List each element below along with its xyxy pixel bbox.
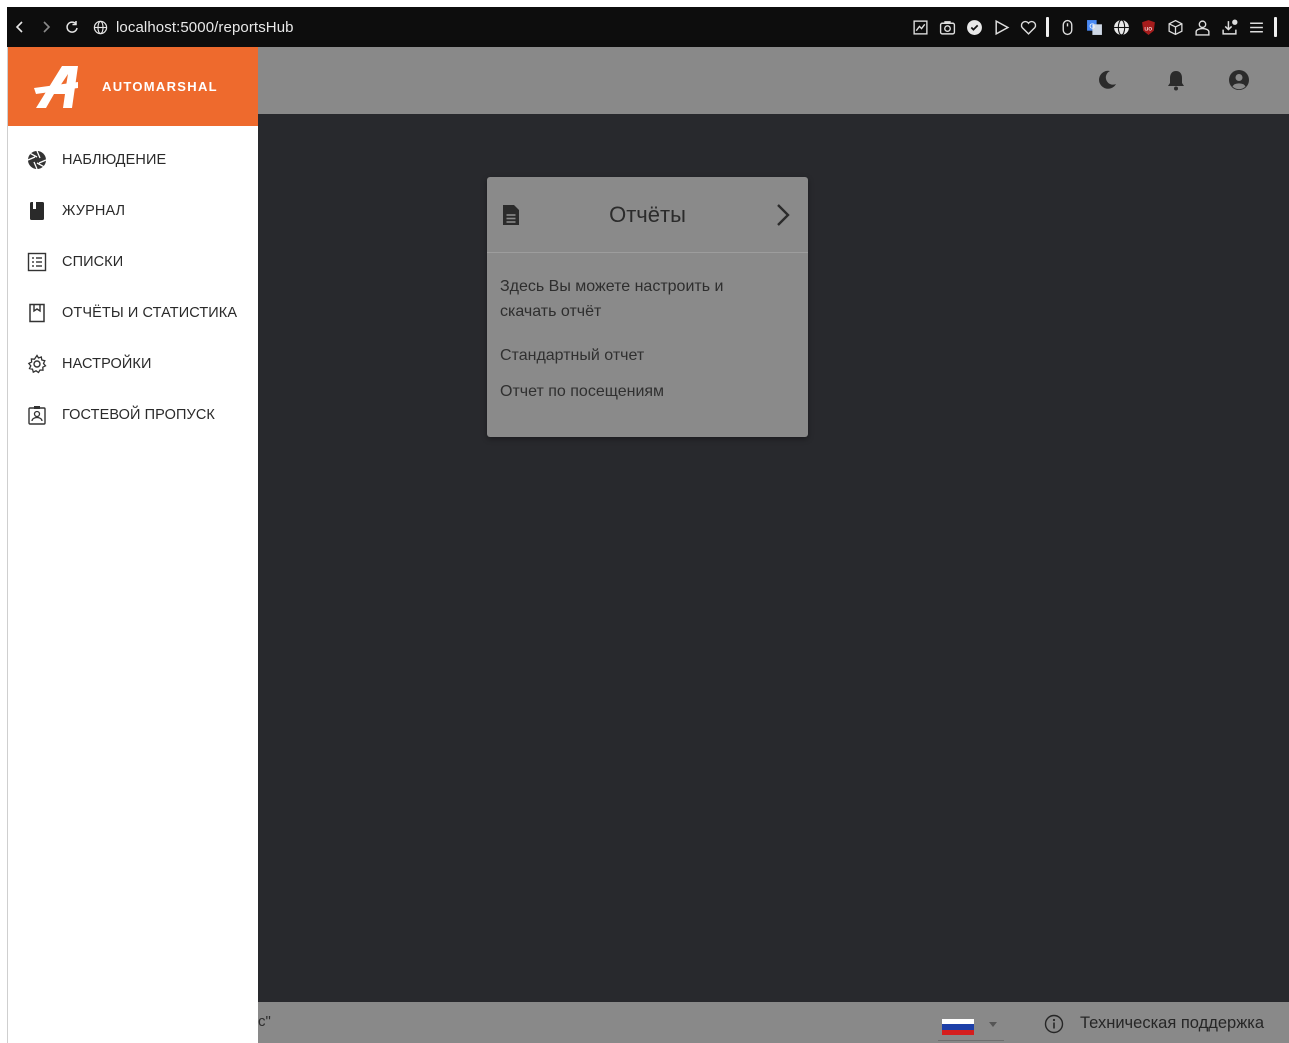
brand-header[interactable]: AUTOMARSHAL xyxy=(8,47,258,126)
book-icon xyxy=(26,200,48,222)
bell-icon[interactable] xyxy=(1163,67,1189,93)
chart-edit-icon[interactable] xyxy=(911,18,929,36)
back-icon[interactable] xyxy=(7,7,33,47)
sidebar-item-label: ГОСТЕВОЙ ПРОПУСК xyxy=(62,406,215,423)
shield-check-icon[interactable] xyxy=(965,18,983,36)
language-select-underline xyxy=(938,1040,1004,1041)
sidebar-item-observation[interactable]: НАБЛЮДЕНИЕ xyxy=(8,134,258,185)
document-icon xyxy=(503,205,519,225)
sidebar-item-guest-pass[interactable]: ГОСТЕВОЙ ПРОПУСК xyxy=(8,389,258,440)
browser-toolbar: localhost:5000/reportsHub G uo xyxy=(7,7,1289,47)
footer-text-fragment: c" xyxy=(258,1013,271,1030)
toolbar-divider xyxy=(1274,17,1277,37)
reports-card-title: Отчёты xyxy=(609,201,686,227)
forward-icon[interactable] xyxy=(33,7,59,47)
ru-flag-icon[interactable] xyxy=(942,1019,974,1035)
report-icon xyxy=(26,302,48,324)
sidebar-item-reports[interactable]: ОТЧЁТЫ И СТАТИСТИКА xyxy=(8,287,258,338)
menu-icon[interactable] xyxy=(1247,18,1265,36)
reload-icon[interactable] xyxy=(59,7,85,47)
visits-report-link[interactable]: Отчет по посещениям xyxy=(487,383,808,401)
list-icon xyxy=(26,251,48,273)
extension-icons: G uo xyxy=(911,7,1277,47)
sidebar-item-label: СПИСКИ xyxy=(62,253,124,270)
translate-icon[interactable]: G xyxy=(1085,18,1103,36)
camera-icon[interactable] xyxy=(938,18,956,36)
moon-icon[interactable] xyxy=(1094,67,1120,93)
badge-icon xyxy=(26,404,48,426)
footer: c" Техническая поддержка xyxy=(258,1002,1289,1043)
mouse-icon[interactable] xyxy=(1058,18,1076,36)
address-bar[interactable]: localhost:5000/reportsHub xyxy=(93,19,294,36)
reports-card-header[interactable]: Отчёты xyxy=(487,177,808,253)
svg-text:uo: uo xyxy=(1144,24,1152,32)
download-icon[interactable] xyxy=(1220,18,1238,36)
standard-report-link[interactable]: Стандартный отчет xyxy=(487,347,808,365)
user-circle-icon[interactable] xyxy=(1226,67,1252,93)
url-text: localhost:5000/reportsHub xyxy=(116,18,294,36)
top-header xyxy=(258,47,1289,114)
reports-card: Отчёты Здесь Вы можете настроить и скача… xyxy=(487,177,808,437)
aperture-icon xyxy=(26,149,48,171)
sidebar: AUTOMARSHAL НАБЛЮДЕНИЕ ЖУРНАЛ СПИСКИ ОТЧ… xyxy=(7,47,258,1043)
person-icon[interactable] xyxy=(1193,18,1211,36)
globe-icon[interactable] xyxy=(1112,18,1130,36)
svg-text:G: G xyxy=(1089,21,1095,30)
toolbar-divider xyxy=(1046,17,1049,37)
sidebar-item-settings[interactable]: НАСТРОЙКИ xyxy=(8,338,258,389)
cube-icon[interactable] xyxy=(1166,18,1184,36)
sidebar-item-label: НАБЛЮДЕНИЕ xyxy=(62,151,167,168)
heart-icon[interactable] xyxy=(1019,18,1037,36)
sidebar-item-label: ОТЧЁТЫ И СТАТИСТИКА xyxy=(62,304,238,321)
globe-icon xyxy=(93,20,108,34)
chevron-down-icon[interactable] xyxy=(988,1021,998,1029)
sidebar-item-journal[interactable]: ЖУРНАЛ xyxy=(8,185,258,236)
sidebar-menu: НАБЛЮДЕНИЕ ЖУРНАЛ СПИСКИ ОТЧЁТЫ И СТАТИС… xyxy=(8,126,258,440)
sidebar-item-label: НАСТРОЙКИ xyxy=(62,355,152,372)
support-link[interactable]: Техническая поддержка xyxy=(1080,1014,1264,1033)
sidebar-item-lists[interactable]: СПИСКИ xyxy=(8,236,258,287)
reports-card-description: Здесь Вы можете настроить и скачать отчё… xyxy=(500,278,724,320)
automarshal-logo-icon xyxy=(34,65,78,108)
brand-name: AUTOMARSHAL xyxy=(102,79,218,94)
gear-icon xyxy=(26,353,48,375)
info-icon xyxy=(1044,1014,1064,1034)
sidebar-item-label: ЖУРНАЛ xyxy=(62,202,126,219)
ublock-icon[interactable]: uo xyxy=(1139,18,1157,36)
play-icon[interactable] xyxy=(992,18,1010,36)
chevron-right-icon[interactable] xyxy=(774,201,792,229)
